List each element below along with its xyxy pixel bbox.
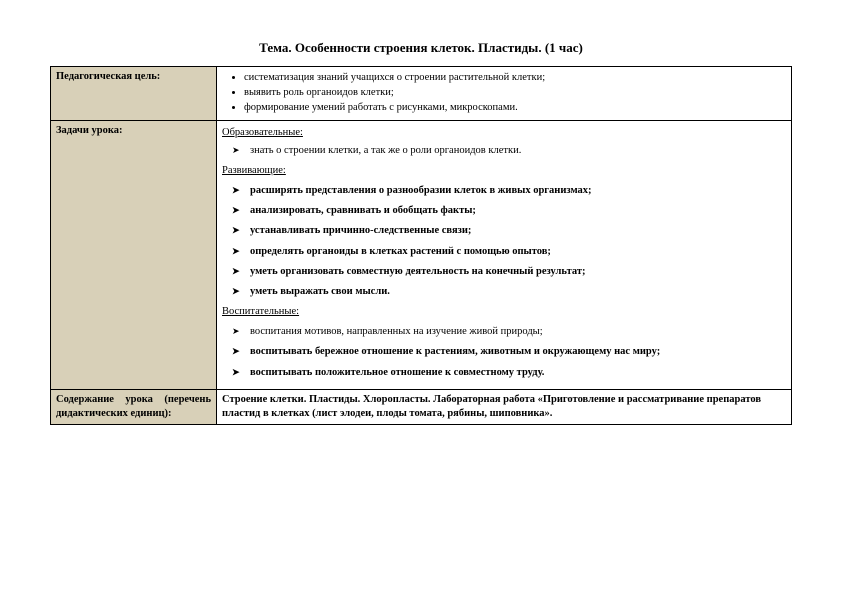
goal-bullet: формирование умений работать с рисунками… (244, 101, 786, 115)
tasks-content: Образовательные: знать о строении клетки… (217, 120, 792, 389)
goal-bullets: систематизация знаний учащихся о строени… (222, 71, 786, 116)
dev-item: расширять представления о разнообразии к… (250, 184, 786, 198)
goal-content: систематизация знаний учащихся о строени… (217, 67, 792, 121)
tasks-label: Задачи урока: (51, 120, 217, 389)
edu-item: знать о строении клетки, а так же о роли… (250, 144, 786, 158)
dev-heading: Развивающие: (222, 164, 786, 178)
goal-bullet: выявить роль органоидов клетки; (244, 86, 786, 100)
document-title: Тема. Особенности строения клеток. Пласт… (50, 40, 792, 56)
edu-heading: Образовательные: (222, 126, 786, 140)
vos-item: воспитывать бережное отношение к растени… (250, 345, 786, 359)
dev-item: уметь выражать свои мысли. (250, 285, 786, 299)
lesson-plan-table: Педагогическая цель: систематизация знан… (50, 66, 792, 425)
goal-label: Педагогическая цель: (51, 67, 217, 121)
content-text: Строение клетки. Пластиды. Хлоропласты. … (217, 389, 792, 424)
row-tasks: Задачи урока: Образовательные: знать о с… (51, 120, 792, 389)
vos-item: воспитания мотивов, направленных на изуч… (250, 325, 786, 339)
row-goal: Педагогическая цель: систематизация знан… (51, 67, 792, 121)
edu-list: знать о строении клетки, а так же о роли… (222, 144, 786, 158)
goal-bullet: систематизация знаний учащихся о строени… (244, 71, 786, 85)
content-label: Содержание урока (перечень дидактических… (51, 389, 217, 424)
dev-item: анализировать, сравнивать и обобщать фак… (250, 204, 786, 218)
dev-item: определять органоиды в клетках растений … (250, 245, 786, 259)
vos-item: воспитывать положительное отношение к со… (250, 366, 786, 380)
vos-heading: Воспитательные: (222, 305, 786, 319)
dev-item: уметь организовать совместную деятельнос… (250, 265, 786, 279)
row-content: Содержание урока (перечень дидактических… (51, 389, 792, 424)
vos-list: воспитания мотивов, направленных на изуч… (222, 325, 786, 380)
dev-list: расширять представления о разнообразии к… (222, 184, 786, 299)
dev-item: устанавливать причинно-следственные связ… (250, 224, 786, 238)
